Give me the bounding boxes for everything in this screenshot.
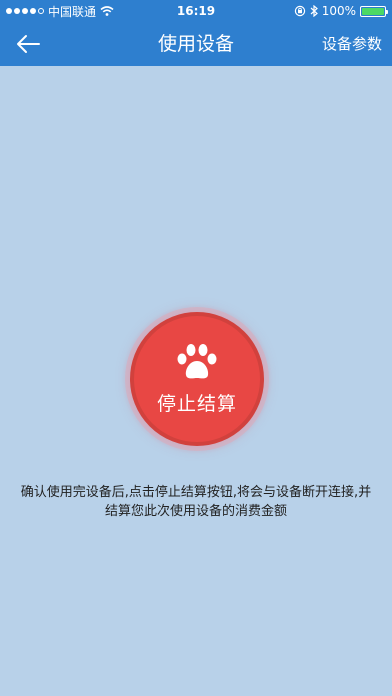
status-right: 100% <box>294 4 388 18</box>
wifi-icon <box>100 6 114 16</box>
stop-button-label: 停止结算 <box>156 392 237 415</box>
battery-percent: 100% <box>321 4 356 18</box>
status-bar: 中国联通 16:19 100% <box>0 0 392 22</box>
carrier-name: 中国联通 <box>48 4 97 19</box>
device-params-button[interactable]: 设备参数 <box>322 22 382 66</box>
battery-icon <box>360 5 388 17</box>
bluetooth-icon <box>310 5 318 17</box>
orientation-lock-icon <box>294 5 305 17</box>
stop-settlement-button[interactable]: 停止结算 <box>130 312 264 446</box>
signal-dots-icon <box>6 8 44 14</box>
paw-icon <box>177 343 217 378</box>
hint-text: 确认使用完设备后,点击停止结算按钮,将会与设备断开连接,并结算您此次使用设备的消… <box>20 485 372 519</box>
battery-level-fill <box>362 7 384 15</box>
status-left: 中国联通 <box>6 3 114 20</box>
nav-bar: 使用设备 设备参数 <box>0 22 392 66</box>
